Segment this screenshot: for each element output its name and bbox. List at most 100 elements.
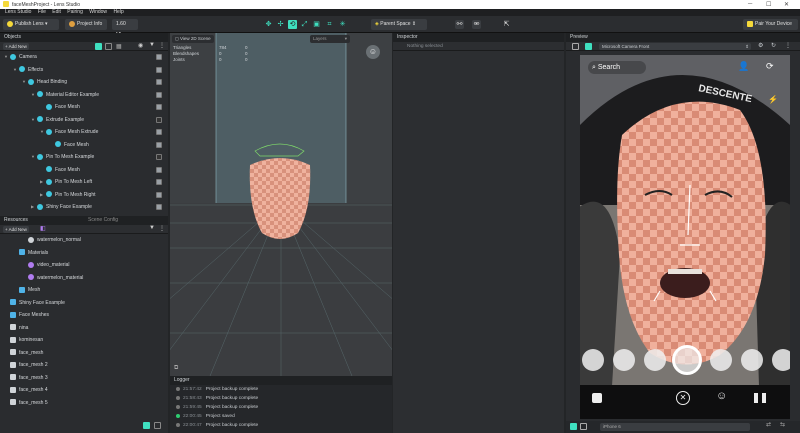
flash-icon[interactable]: ⚡ [768, 95, 778, 104]
resource-item[interactable]: nina [0, 322, 166, 335]
more-icon[interactable]: ⋮ [159, 42, 165, 49]
enabled-checkbox[interactable] [156, 179, 162, 185]
restart-icon[interactable]: ↻ [771, 42, 776, 49]
objects-add-new-button[interactable]: + Add New [3, 43, 29, 50]
project-info-button[interactable]: Project Info [65, 19, 107, 30]
lens-slot[interactable] [582, 349, 604, 371]
object-item[interactable]: ▼ Extrude Example [0, 114, 166, 127]
menu-file[interactable]: File [38, 9, 46, 15]
resources-list-icon[interactable] [154, 422, 161, 429]
enabled-checkbox[interactable] [156, 116, 162, 123]
resource-item[interactable]: face_mesh 2 [0, 359, 166, 372]
maximize-icon[interactable]: ☐ [766, 1, 771, 8]
object-item[interactable]: ▼ Material Editor Example [0, 89, 166, 102]
snap-ghost-icon[interactable]: ☺ [366, 45, 380, 59]
settings-icon[interactable]: ⚙ [758, 42, 763, 49]
preview-more-icon[interactable]: ⋮ [785, 42, 791, 49]
menu-help[interactable]: Help [113, 9, 123, 15]
phone-preview[interactable]: DESCENTE ⌕ Search 👤 ⟳ ⚡ ✕ ☺ [580, 55, 790, 419]
object-item[interactable]: ▼ Effects [0, 64, 166, 77]
resource-item[interactable]: Shiny Face Example [0, 297, 166, 310]
fullscreen-icon[interactable] [580, 423, 587, 430]
resource-item[interactable]: Materials [0, 247, 166, 260]
enabled-checkbox[interactable] [156, 66, 162, 73]
lens-explorer-icon[interactable]: ☺ [716, 390, 727, 402]
add-friend-icon[interactable]: 👤 [738, 61, 749, 72]
resource-item[interactable]: video_material [0, 259, 166, 272]
device-select[interactable]: iPhone 6 [600, 423, 750, 431]
resource-item[interactable]: watermelon_normal [0, 234, 166, 247]
resource-item[interactable]: face_mesh 3 [0, 372, 166, 385]
object-item[interactable]: ▶ Pin To Mesh Right [0, 189, 166, 202]
enabled-checkbox[interactable] [156, 154, 162, 160]
enabled-checkbox[interactable] [156, 129, 162, 135]
crop-tool-icon[interactable]: ⌗ [325, 20, 334, 29]
webcam-icon[interactable] [572, 43, 579, 50]
scene-viewport[interactable]: Z ◻ View 2D Scene Layers▾ Triangles7840B… [170, 33, 392, 376]
video-icon[interactable] [585, 43, 592, 50]
view-2d-scene-button[interactable]: ◻ View 2D Scene [172, 35, 214, 43]
menu-lens-studio[interactable]: Lens Studio [5, 9, 31, 15]
object-item[interactable]: Face Mesh [0, 139, 166, 152]
enabled-checkbox[interactable] [156, 191, 162, 198]
lens-slot[interactable] [613, 349, 635, 371]
resource-item[interactable]: face_mesh 5 [0, 397, 166, 410]
menu-edit[interactable]: Edit [52, 9, 61, 15]
enabled-checkbox[interactable] [156, 91, 162, 98]
minimize-icon[interactable]: ─ [748, 1, 752, 7]
object-item[interactable]: ▼ Pin To Mesh Example [0, 151, 166, 164]
close-lens-icon[interactable]: ✕ [676, 391, 690, 405]
resource-item[interactable]: face_mesh [0, 347, 166, 360]
object-item[interactable]: ▼ Face Mesh Extrude [0, 126, 166, 139]
camera-icon[interactable]: ⧉ [174, 365, 178, 372]
expand-down-icon[interactable]: ▼ [13, 64, 19, 77]
snap-search-bar[interactable]: ⌕ Search [588, 61, 646, 74]
lens-slot[interactable] [710, 349, 732, 371]
scale-tool-icon[interactable]: ⤢ [300, 20, 309, 29]
publish-lens-button[interactable]: Publish Lens ▾ [3, 19, 59, 30]
hierarchy-view-icon[interactable] [95, 43, 102, 50]
enabled-checkbox[interactable] [156, 104, 162, 110]
resource-item[interactable]: face_mesh 4 [0, 384, 166, 397]
resources-grid-icon[interactable] [143, 422, 150, 429]
visibility-icon[interactable]: ◉ [138, 42, 143, 49]
menu-pairing[interactable]: Pairing [67, 9, 83, 15]
rotate-tool-icon[interactable]: ⟲ [288, 20, 297, 29]
device-frame-icon[interactable] [570, 423, 577, 430]
filter-icon[interactable]: ▼ [149, 42, 155, 48]
resources-filter-icon[interactable]: ▼ [149, 225, 155, 231]
layers-dropdown[interactable]: Layers ▾ [310, 35, 350, 43]
flip-camera-icon[interactable]: ⟳ [766, 61, 774, 72]
camera-select[interactable]: Microsoft Camera Front ⇕ [599, 43, 751, 50]
resource-item[interactable]: Mesh [0, 284, 166, 297]
list-view-icon[interactable] [105, 43, 112, 50]
object-item[interactable]: ▼ Head Binding [0, 76, 166, 89]
rotate-device-icon[interactable]: ⇄ [766, 421, 771, 428]
resource-item[interactable]: watermelon_material [0, 272, 166, 285]
object-item[interactable]: Face Mesh [0, 101, 166, 114]
enabled-checkbox[interactable] [156, 54, 162, 60]
mirror-icon[interactable]: ⇆ [780, 421, 785, 428]
chat-icon[interactable] [592, 393, 602, 403]
expand-down-icon[interactable]: ▼ [31, 114, 37, 127]
object-item[interactable]: ▶ Shiny Face Example [0, 201, 166, 214]
unlink-icon[interactable]: ⚮ [472, 20, 481, 29]
rect-tool-icon[interactable]: ▣ [312, 20, 321, 29]
share-icon[interactable]: ⇱ [502, 20, 511, 29]
pan-tool-icon[interactable]: ✥ [264, 20, 273, 29]
project-size-badge[interactable]: 1.60 Mb ▾ [112, 19, 138, 38]
object-item[interactable]: ▼ Camera [0, 51, 166, 64]
resources-panel-title[interactable]: Resources [4, 217, 28, 223]
lens-slot[interactable] [741, 349, 763, 371]
face-mesh[interactable] [249, 158, 311, 239]
enabled-checkbox[interactable] [156, 204, 162, 210]
enabled-checkbox[interactable] [156, 166, 162, 173]
grid-view-icon[interactable]: ▦ [116, 43, 122, 50]
resources-more-icon[interactable]: ⋮ [159, 225, 165, 232]
expand-right-icon[interactable]: ▶ [40, 189, 46, 202]
stories-icon[interactable] [754, 393, 766, 403]
space-select[interactable]: ◈ Parent Space ⇕ [371, 19, 427, 30]
capture-button[interactable] [672, 345, 702, 375]
enabled-checkbox[interactable] [156, 79, 162, 85]
close-icon[interactable]: ✕ [784, 1, 789, 8]
